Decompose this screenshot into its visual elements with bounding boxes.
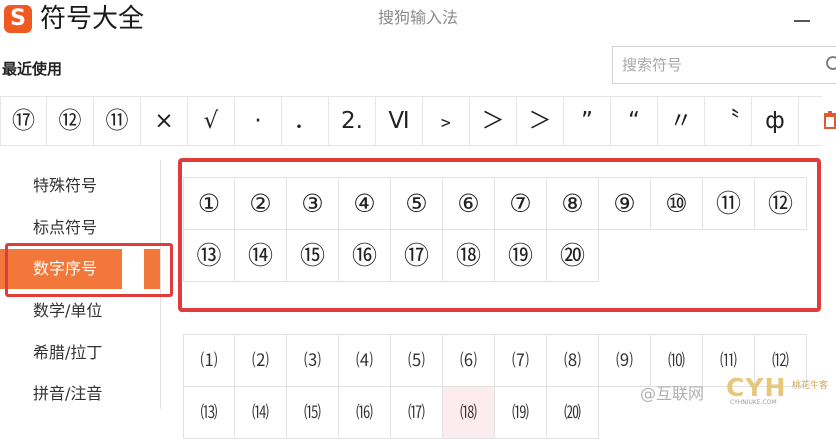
recent-symbol-cell[interactable]: Ⅵ xyxy=(376,97,423,145)
symbol-cell[interactable]: ⑴ xyxy=(183,335,235,387)
symbol-cell[interactable]: ⑫ xyxy=(755,178,807,230)
recent-symbol-cell[interactable]: × xyxy=(141,97,188,145)
app-subtitle: 搜狗输入法 xyxy=(378,8,459,27)
symbol-cell[interactable]: ⑩ xyxy=(651,178,703,230)
recent-symbol-cell[interactable]: ＞ xyxy=(470,97,517,145)
recent-symbol-cell[interactable]: ⑰ xyxy=(0,97,47,145)
recent-section-label: 最近使用 xyxy=(2,60,63,78)
symbol-cell[interactable]: ⑲ xyxy=(495,230,547,282)
symbol-cell[interactable]: ⒄ xyxy=(391,387,443,439)
recent-symbol-cell[interactable]: 〃 xyxy=(658,97,705,145)
sidebar-item-label: 拼音/注音 xyxy=(33,384,103,403)
recent-symbol-cell[interactable]: ” xyxy=(564,97,611,145)
symbol-cell[interactable]: ⑸ xyxy=(391,335,443,387)
symbol-cell[interactable]: ⑬ xyxy=(183,230,235,282)
symbol-cell[interactable]: ① xyxy=(183,178,235,230)
search-box[interactable] xyxy=(612,46,836,84)
symbol-cell[interactable]: ⑭ xyxy=(235,230,287,282)
sidebar-item-label: 特殊符号 xyxy=(33,176,98,195)
symbol-cell[interactable]: ⑷ xyxy=(339,335,391,387)
minimize-button[interactable] xyxy=(794,20,810,22)
sidebar-highlight-box xyxy=(5,243,173,297)
symbol-cell[interactable]: ⑦ xyxy=(495,178,547,230)
symbol-cell[interactable]: ⑺ xyxy=(495,335,547,387)
recent-symbol-cell[interactable]: 〝 xyxy=(705,97,752,145)
symbol-cell[interactable]: ⒂ xyxy=(287,387,339,439)
recent-symbol-cell[interactable]: √ xyxy=(188,97,235,145)
symbol-cell[interactable]: ③ xyxy=(287,178,339,230)
watermark-brand: CYH xyxy=(726,373,787,402)
symbol-cell[interactable]: ⑳ xyxy=(547,230,599,282)
sidebar-item-pinyin-zhuyin[interactable]: 拼音/注音 xyxy=(0,374,160,414)
recent-symbol-cell[interactable]: ﹥ xyxy=(423,97,470,145)
symbol-cell[interactable]: ⒀ xyxy=(183,387,235,439)
recent-symbol-cell[interactable]: “ xyxy=(611,97,658,145)
symbol-cell[interactable]: ⑯ xyxy=(339,230,391,282)
symbol-cell[interactable]: ⒅ xyxy=(443,387,495,439)
sidebar-item-special-symbols[interactable]: 特殊符号 xyxy=(0,166,160,206)
recent-symbol-cell[interactable]: ． xyxy=(282,97,329,145)
parenthesized-numbers-grid: ⑴⑵⑶⑷⑸⑹⑺⑻⑼⑽⑾⑿⒀⒁⒂⒃⒄⒅⒆⒇ xyxy=(183,334,807,439)
circled-numbers-grid: ①②③④⑤⑥⑦⑧⑨⑩⑪⑫ ⑬⑭⑮⑯⑰⑱⑲⑳ xyxy=(183,177,807,282)
watermark-side-text: 桃花牛客 xyxy=(792,381,829,391)
search-input[interactable] xyxy=(613,47,822,83)
sidebar-item-label: 标点符号 xyxy=(33,218,98,237)
recent-row-bottom-border xyxy=(0,145,822,146)
recent-symbol-cell[interactable]: · xyxy=(235,97,282,145)
symbol-cell[interactable]: ⒇ xyxy=(547,387,599,439)
symbol-cell[interactable]: ⑹ xyxy=(443,335,495,387)
sogou-logo-icon: S xyxy=(4,5,32,33)
symbol-cell[interactable]: ⑶ xyxy=(287,335,339,387)
symbol-cell[interactable]: ④ xyxy=(339,178,391,230)
recent-symbol-cell[interactable]: ⑪ xyxy=(94,97,141,145)
watermark-domain: CYHNIUKE.COM xyxy=(730,399,777,406)
symbol-cell[interactable]: ⑱ xyxy=(443,230,495,282)
recent-symbol-cell[interactable]: ＞ xyxy=(517,97,564,145)
symbol-cell[interactable]: ② xyxy=(235,178,287,230)
symbol-cell[interactable]: ⑪ xyxy=(703,178,755,230)
sidebar-item-label: 希腊/拉丁 xyxy=(33,343,103,362)
app-title: 符号大全 xyxy=(40,4,145,34)
symbol-cell[interactable]: ⒃ xyxy=(339,387,391,439)
symbol-cell[interactable]: ⑻ xyxy=(547,335,599,387)
sidebar-item-label: 数学/单位 xyxy=(33,301,103,320)
symbol-cell[interactable]: ⒁ xyxy=(235,387,287,439)
symbol-cell[interactable]: ⒆ xyxy=(495,387,547,439)
symbol-cell[interactable]: ⑤ xyxy=(391,178,443,230)
symbol-cell[interactable]: ⑥ xyxy=(443,178,495,230)
symbol-cell[interactable]: ⑵ xyxy=(235,335,287,387)
watermark-text: @互联网 xyxy=(640,384,705,403)
recent-symbol-cell[interactable]: ф xyxy=(752,97,799,145)
title-bar: S 符号大全 搜狗输入法 xyxy=(0,0,836,42)
sidebar-item-punctuation[interactable]: 标点符号 xyxy=(0,208,160,248)
clear-recent-trash-icon[interactable] xyxy=(823,110,836,134)
recent-symbol-cell[interactable]: ⑫ xyxy=(47,97,94,145)
symbol-cell[interactable]: ⑧ xyxy=(547,178,599,230)
symbol-cell[interactable]: ⑮ xyxy=(287,230,339,282)
sidebar-item-math-units[interactable]: 数学/单位 xyxy=(0,291,160,331)
sidebar-item-greek-latin[interactable]: 希腊/拉丁 xyxy=(0,333,160,373)
recent-symbols-row: ⑰ ⑫ ⑪ × √ · ． 2. Ⅵ ﹥ ＞＞” “〃〝 ф xyxy=(0,97,799,145)
symbol-cell[interactable]: ⑨ xyxy=(599,178,651,230)
search-icon[interactable] xyxy=(825,55,836,79)
recent-symbol-cell[interactable]: 2. xyxy=(329,97,376,145)
symbol-cell[interactable]: ⑰ xyxy=(391,230,443,282)
